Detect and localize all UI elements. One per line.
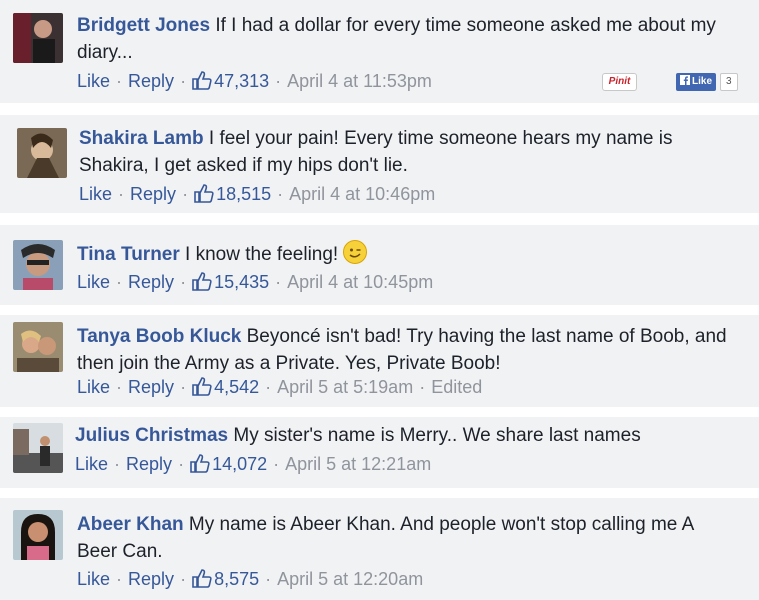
- thumbs-up-icon: [194, 184, 214, 203]
- avatar[interactable]: [17, 128, 67, 178]
- comment-body: Tanya Boob Kluck Beyoncé isn't bad! Try …: [77, 323, 729, 377]
- like-link[interactable]: Like: [77, 272, 110, 292]
- reply-link[interactable]: Reply: [126, 454, 172, 474]
- reply-link[interactable]: Reply: [128, 272, 174, 292]
- timestamp[interactable]: April 5 at 12:21am: [285, 454, 431, 474]
- comment-text: I know the feeling!: [185, 244, 339, 265]
- commenter-name[interactable]: Abeer Khan: [77, 514, 184, 535]
- wink-emoji-icon: [343, 240, 368, 264]
- comment-text: My sister's name is Merry.. We share las…: [233, 425, 641, 446]
- avatar[interactable]: [13, 13, 63, 63]
- pinit-button[interactable]: Pinit: [602, 73, 637, 91]
- timestamp[interactable]: April 4 at 10:46pm: [289, 184, 435, 204]
- commenter-name[interactable]: Tanya Boob Kluck: [77, 326, 241, 347]
- like-link[interactable]: Like: [77, 569, 110, 589]
- commenter-name[interactable]: Julius Christmas: [75, 425, 228, 446]
- like-count[interactable]: 47,313: [192, 71, 269, 91]
- avatar[interactable]: [13, 510, 63, 560]
- reply-link[interactable]: Reply: [128, 569, 174, 589]
- facebook-icon: [680, 75, 690, 85]
- thumbs-up-icon: [192, 377, 212, 396]
- facebook-like-widget[interactable]: Like 3: [676, 73, 738, 91]
- like-count[interactable]: 8,575: [192, 569, 259, 589]
- reply-link[interactable]: Reply: [128, 71, 174, 91]
- thumbs-up-icon: [192, 569, 212, 588]
- thumbs-up-icon: [192, 272, 212, 291]
- thumbs-up-icon: [192, 71, 212, 90]
- edited-label[interactable]: Edited: [431, 377, 482, 397]
- timestamp[interactable]: April 5 at 12:20am: [277, 569, 423, 589]
- commenter-name[interactable]: Tina Turner: [77, 244, 180, 265]
- timestamp[interactable]: April 4 at 10:45pm: [287, 272, 433, 292]
- commenter-name[interactable]: Shakira Lamb: [79, 128, 204, 149]
- comment-card: Tanya Boob Kluck Beyoncé isn't bad! Try …: [0, 315, 759, 407]
- like-count[interactable]: 14,072: [190, 454, 267, 474]
- comment-actions: Like · Reply · 4,542 · April 5 at 5:19am · Edite…: [77, 377, 483, 397]
- like-link[interactable]: Like: [75, 454, 108, 474]
- commenter-name[interactable]: Bridgett Jones: [77, 15, 210, 36]
- comment-body: Julius Christmas My sister's name is Mer…: [75, 422, 729, 449]
- like-count[interactable]: 4,542: [192, 377, 259, 397]
- avatar[interactable]: [13, 322, 63, 372]
- comment-actions: Like · Reply · 8,575 · April 5 at 12:20am: [77, 569, 424, 589]
- timestamp[interactable]: April 4 at 11:53pm: [287, 71, 432, 91]
- comment-card: Julius Christmas My sister's name is Mer…: [0, 417, 759, 488]
- like-link[interactable]: Like: [77, 71, 110, 91]
- comment-card: Bridgett Jones If I had a dollar for eve…: [0, 0, 759, 103]
- timestamp[interactable]: April 5 at 5:19am: [277, 377, 413, 397]
- comment-body: Shakira Lamb I feel your pain! Every tim…: [79, 125, 729, 179]
- comment-body: Bridgett Jones If I had a dollar for eve…: [77, 12, 729, 66]
- like-link[interactable]: Like: [79, 184, 112, 204]
- like-count[interactable]: 18,515: [194, 184, 271, 204]
- comment-card: Abeer Khan My name is Abeer Khan. And pe…: [0, 498, 759, 600]
- comment-card: Tina Turner I know the feeling! Like · Rep…: [0, 225, 759, 305]
- comment-body: Abeer Khan My name is Abeer Khan. And pe…: [77, 511, 729, 565]
- comment-actions: Like · Reply · 15,435 · April 4 at 10:45pm: [77, 272, 434, 292]
- reply-link[interactable]: Reply: [128, 377, 174, 397]
- comment-actions: Like · Reply · 18,515 · April 4 at 10:46pm: [79, 184, 436, 204]
- comment-actions: Like · Reply · 14,072 · April 5 at 12:21am: [75, 454, 432, 474]
- reply-link[interactable]: Reply: [130, 184, 176, 204]
- comment-actions: Like · Reply · 47,313 · April 4 at 11:53pm: [77, 71, 432, 91]
- thumbs-up-icon: [190, 454, 210, 473]
- comment-card: Shakira Lamb I feel your pain! Every tim…: [0, 115, 759, 213]
- like-count[interactable]: 15,435: [192, 272, 269, 292]
- facebook-like-button[interactable]: Like: [676, 73, 717, 91]
- avatar[interactable]: [13, 423, 63, 473]
- like-link[interactable]: Like: [77, 377, 110, 397]
- avatar[interactable]: [13, 240, 63, 290]
- facebook-like-count: 3: [720, 73, 738, 91]
- comment-body: Tina Turner I know the feeling!: [77, 240, 729, 268]
